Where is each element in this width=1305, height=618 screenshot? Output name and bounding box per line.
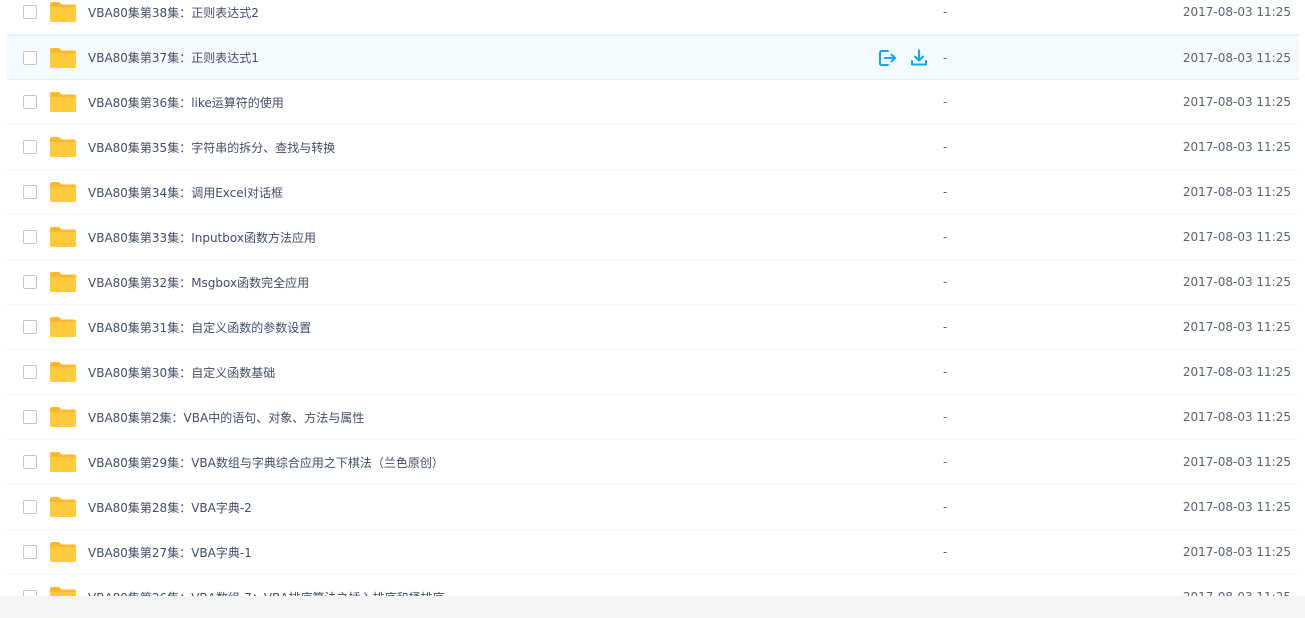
file-name-link[interactable]: VBA80集第32集：Msgbox函数完全应用 — [88, 260, 309, 304]
file-name-link[interactable]: VBA80集第34集：调用Excel对话框 — [88, 170, 283, 214]
file-row[interactable]: VBA80集第2集：VBA中的语句、对象、方法与属性 - 2017-08-03 11… — [7, 395, 1305, 440]
folder-icon — [49, 451, 77, 473]
footer-bar — [0, 596, 1305, 618]
row-checkbox[interactable] — [23, 365, 37, 379]
file-size: - — [943, 185, 948, 199]
row-checkbox[interactable] — [23, 95, 37, 109]
file-name-link[interactable]: VBA80集第26集：VBA数组-7：VBA排序算法之插入排序和桶排序 — [88, 575, 444, 597]
file-row[interactable]: VBA80集第31集：自定义函数的参数设置 - 2017-08-03 11:25 — [7, 305, 1305, 350]
file-list-panel: VBA80集第38集：正则表达式2-2017-08-03 11:25 VBA80集… — [0, 0, 1305, 596]
folder-icon — [49, 47, 77, 69]
file-name-link[interactable]: VBA80集第33集：Inputbox函数方法应用 — [88, 215, 316, 259]
modified-date: 2017-08-03 11:25 — [1182, 320, 1291, 334]
file-name-link[interactable]: VBA80集第35集：字符串的拆分、查找与转换 — [88, 125, 335, 169]
row-checkbox[interactable] — [23, 185, 37, 199]
file-row[interactable]: VBA80集第28集：VBA字典-2 - 2017-08-03 11:25 — [7, 485, 1305, 530]
scrollbar-track[interactable] — [1299, 0, 1305, 596]
modified-date: 2017-08-03 11:25 — [1182, 365, 1291, 379]
modified-date: 2017-08-03 11:25 — [1182, 230, 1291, 244]
folder-icon — [49, 1, 77, 23]
modified-date: 2017-08-03 11:25 — [1182, 5, 1291, 19]
folder-icon — [49, 406, 77, 428]
modified-date: 2017-08-03 11:25 — [1182, 500, 1291, 514]
folder-icon — [49, 181, 77, 203]
file-row[interactable]: VBA80集第27集：VBA字典-1 - 2017-08-03 11:25 — [7, 530, 1305, 575]
row-checkbox[interactable] — [23, 275, 37, 289]
file-name-link[interactable]: VBA80集第31集：自定义函数的参数设置 — [88, 305, 311, 349]
file-row[interactable]: VBA80集第32集：Msgbox函数完全应用 - 2017-08-03 11:25 — [7, 260, 1305, 305]
file-size: - — [943, 410, 948, 424]
file-size: - — [943, 500, 948, 514]
folder-icon — [49, 316, 77, 338]
file-row[interactable]: VBA80集第34集：调用Excel对话框 - 2017-08-03 11:25 — [7, 170, 1305, 215]
file-size: - — [943, 230, 948, 244]
row-checkbox[interactable] — [23, 455, 37, 469]
row-checkbox[interactable] — [23, 140, 37, 154]
row-checkbox[interactable] — [23, 5, 37, 19]
file-row[interactable]: VBA80集第36集：like运算符的使用 - 2017-08-03 11:25 — [7, 80, 1305, 125]
modified-date: 2017-08-03 11:25 — [1182, 185, 1291, 199]
folder-icon — [49, 271, 77, 293]
file-size: - — [943, 320, 948, 334]
file-row[interactable]: VBA80集第38集：正则表达式2 - 2017-08-03 11:25 — [7, 0, 1305, 35]
file-name-link[interactable]: VBA80集第37集：正则表达式1 — [88, 36, 259, 79]
file-name-link[interactable]: VBA80集第27集：VBA字典-1 — [88, 530, 252, 574]
file-size: - — [943, 5, 948, 19]
file-size: - — [943, 575, 947, 596]
file-name-link[interactable]: VBA80集第2集：VBA中的语句、对象、方法与属性 — [88, 395, 364, 439]
file-size: - — [943, 545, 948, 559]
file-size: - — [943, 275, 948, 289]
folder-icon — [49, 361, 77, 383]
folder-icon — [49, 91, 77, 113]
row-actions — [877, 36, 929, 79]
file-size: - — [943, 365, 948, 379]
file-size: - — [943, 95, 948, 109]
row-checkbox[interactable] — [23, 500, 37, 514]
file-size: - — [943, 455, 948, 469]
folder-icon — [49, 496, 77, 518]
folder-icon — [49, 586, 77, 596]
modified-date: 2017-08-03 11:25 — [1182, 455, 1291, 469]
row-checkbox[interactable] — [23, 230, 37, 244]
file-name-link[interactable]: VBA80集第38集：正则表达式2 — [88, 0, 259, 34]
row-checkbox[interactable] — [23, 320, 37, 334]
file-name-link[interactable]: VBA80集第30集：自定义函数基础 — [88, 350, 275, 394]
file-name-link[interactable]: VBA80集第29集：VBA数组与字典综合应用之下棋法（兰色原创） — [88, 440, 444, 484]
modified-date: 2017-08-03 11:25 — [1182, 275, 1291, 289]
modified-date: 2017-08-03 11:25 — [1182, 140, 1291, 154]
file-row[interactable]: VBA80集第35集：字符串的拆分、查找与转换 - 2017-08-03 11:25 — [7, 125, 1305, 170]
file-row[interactable]: VBA80集第26集：VBA数组-7：VBA排序算法之插入排序和桶排序 - 2017… — [7, 575, 1305, 596]
download-icon[interactable] — [909, 48, 929, 68]
modified-date: 2017-08-03 11:25 — [1182, 545, 1291, 559]
modified-date: 2017-08-03 11:25 — [1182, 95, 1291, 109]
modified-date: 2017-08-03 11:25 — [1183, 575, 1291, 596]
file-size: - — [943, 50, 948, 65]
folder-icon — [49, 541, 77, 563]
file-name-link[interactable]: VBA80集第28集：VBA字典-2 — [88, 485, 252, 529]
share-icon[interactable] — [877, 48, 897, 68]
row-checkbox[interactable] — [23, 545, 37, 559]
folder-icon — [49, 226, 77, 248]
row-checkbox[interactable] — [23, 50, 37, 65]
file-size: - — [943, 140, 948, 154]
file-row[interactable]: VBA80集第37集：正则表达式1 - 2017-08-03 11:25 — [7, 35, 1305, 80]
modified-date: 2017-08-03 11:25 — [1182, 50, 1291, 65]
file-name-link[interactable]: VBA80集第36集：like运算符的使用 — [88, 80, 284, 124]
file-row[interactable]: VBA80集第33集：Inputbox函数方法应用 - 2017-08-03 11:… — [7, 215, 1305, 260]
file-row[interactable]: VBA80集第29集：VBA数组与字典综合应用之下棋法（兰色原创） - 2017-0… — [7, 440, 1305, 485]
file-row[interactable]: VBA80集第30集：自定义函数基础 - 2017-08-03 11:25 — [7, 350, 1305, 395]
modified-date: 2017-08-03 11:25 — [1182, 410, 1291, 424]
row-checkbox[interactable] — [23, 410, 37, 424]
folder-icon — [49, 136, 77, 158]
